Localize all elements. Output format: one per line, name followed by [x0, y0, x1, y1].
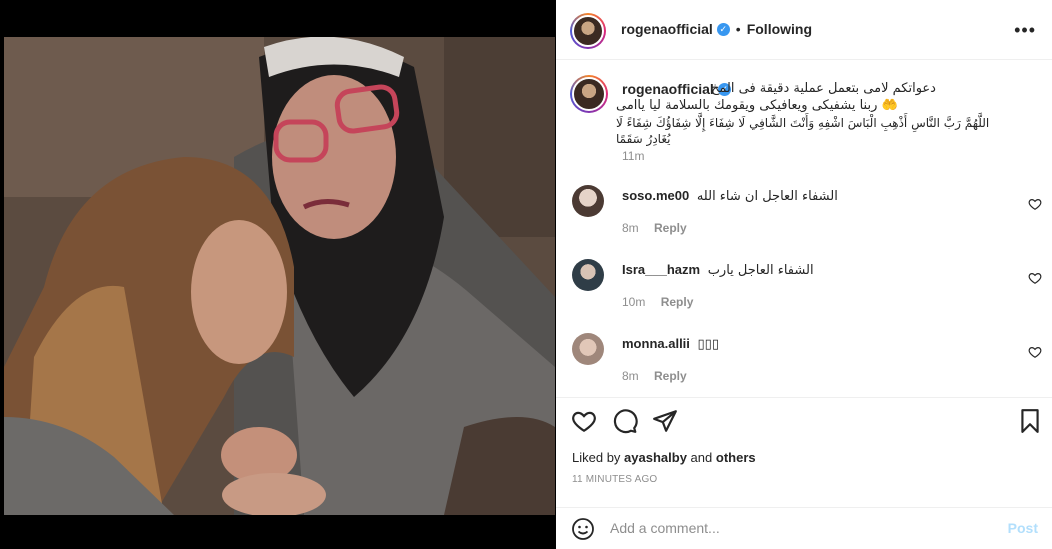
verified-badge-icon: ✓ [716, 22, 730, 36]
comment-body: Isra___hazm الشفاء العاجل يارب [622, 262, 814, 278]
add-comment-bar: Post [556, 507, 1052, 549]
post-comment-button[interactable]: Post [1008, 520, 1038, 536]
caption-line: 🤲 ربنا يشفيكى ويعافيكى ويقومك بالسلامة ل… [616, 98, 898, 113]
share-icon[interactable] [652, 408, 678, 434]
reply-button[interactable]: Reply [654, 369, 687, 383]
following-button[interactable]: Following [747, 21, 812, 37]
comments-section[interactable]: rogenaofficial ✓ دعواتكم لامى بتعمل عملي… [556, 61, 1052, 397]
liked-by-and: and [690, 450, 713, 465]
photo-illustration [4, 37, 555, 515]
post-timestamp[interactable]: 11 MINUTES AGO [572, 474, 657, 485]
author-avatar[interactable] [570, 13, 606, 49]
more-options-icon[interactable]: ••• [1014, 20, 1036, 41]
comment-text: ▯▯▯ [697, 337, 719, 352]
reply-button[interactable]: Reply [654, 221, 687, 235]
caption-timestamp[interactable]: 11m [622, 149, 644, 163]
comment-item: monna.allii ▯▯▯ 8m Reply [556, 333, 1052, 397]
caption-avatar[interactable] [570, 75, 608, 113]
caption-line: دعواتكم لامى بتعمل عملية دقيقة فى المخ [711, 81, 936, 96]
comment-like-heart-icon[interactable] [1028, 271, 1042, 285]
liked-by-others[interactable]: others [716, 450, 756, 465]
commenter-avatar[interactable] [572, 333, 604, 365]
add-comment-input[interactable] [610, 518, 990, 538]
comment-meta: 8m Reply [622, 369, 687, 383]
commenter-avatar[interactable] [572, 259, 604, 291]
liked-by-prefix: Liked by [572, 450, 621, 465]
comment-text: الشفاء العاجل ان شاء الله [696, 189, 838, 204]
commenter-username[interactable]: Isra___hazm [622, 262, 700, 277]
author-username[interactable]: rogenaofficial [621, 21, 713, 37]
separator-dot: • [735, 21, 741, 37]
comment-meta: 8m Reply [622, 221, 687, 235]
post-media[interactable] [0, 0, 556, 549]
commenter-avatar[interactable] [572, 185, 604, 217]
liked-by-text: Liked by ayashalby and others [572, 450, 756, 465]
comment-meta: 10m Reply [622, 295, 693, 309]
comment-time[interactable]: 8m [622, 369, 639, 383]
caption-line: اللَّهُمَّ رَبَّ النَّاسِ أَذْهِبِ الْبَ… [616, 116, 990, 146]
header-user-row: rogenaofficial ✓ • Following [621, 21, 812, 37]
bookmark-icon[interactable] [1017, 408, 1043, 434]
post-header: rogenaofficial ✓ • Following ••• [556, 0, 1052, 60]
reply-button[interactable]: Reply [661, 295, 694, 309]
caption-username[interactable]: rogenaofficial [622, 81, 714, 97]
comment-like-heart-icon[interactable] [1028, 197, 1042, 211]
comment-time[interactable]: 8m [622, 221, 639, 235]
heart-icon[interactable] [571, 408, 597, 434]
comment-time[interactable]: 10m [622, 295, 645, 309]
post-panel: rogenaofficial ✓ • Following ••• rogenao… [556, 0, 1052, 549]
commenter-username[interactable]: soso.me00 [622, 188, 689, 203]
post-actions: Liked by ayashalby and others 11 MINUTES… [556, 397, 1052, 507]
comment-body: monna.allii ▯▯▯ [622, 336, 719, 352]
post-photo[interactable] [4, 37, 555, 515]
commenter-username[interactable]: monna.allii [622, 336, 690, 351]
comment-like-heart-icon[interactable] [1028, 345, 1042, 359]
comment-body: soso.me00 الشفاء العاجل ان شاء الله [622, 188, 838, 204]
emoji-icon[interactable] [571, 517, 595, 541]
comment-item: Isra___hazm الشفاء العاجل يارب 10m Reply [556, 259, 1052, 329]
liked-by-user[interactable]: ayashalby [624, 450, 687, 465]
comment-icon[interactable] [612, 408, 638, 434]
comment-text: الشفاء العاجل يارب [707, 263, 814, 278]
comment-item: soso.me00 الشفاء العاجل ان شاء الله 8m R… [556, 185, 1052, 255]
